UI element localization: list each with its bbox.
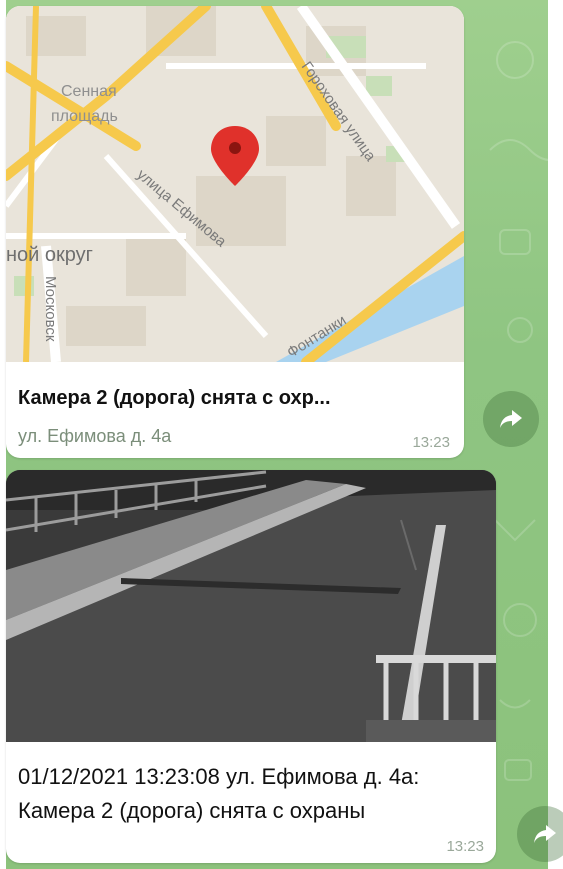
forward-arrow-icon xyxy=(500,410,522,428)
map-label-sennaya-2: площадь xyxy=(51,108,118,125)
photo-caption: 01/12/2021 13:23:08 ул. Ефимова д. 4а: К… xyxy=(18,764,420,823)
camera-snapshot[interactable] xyxy=(6,470,496,742)
map-label-sennaya-1: Сенная xyxy=(61,83,117,100)
map-label-district: ной округ xyxy=(6,244,93,266)
message-time: 13:23 xyxy=(412,434,450,451)
location-message[interactable]: Сенная площадь ной округ улица Ефимова Г… xyxy=(6,6,464,458)
location-title: Камера 2 (дорога) снята с охр... xyxy=(18,387,331,409)
map-preview[interactable]: Сенная площадь ной округ улица Ефимова Г… xyxy=(6,6,464,362)
photo-message[interactable]: 01/12/2021 13:23:08 ул. Ефимова д. 4а: К… xyxy=(6,470,496,863)
map-label-moskovsky: Московск xyxy=(42,276,59,342)
right-edge xyxy=(548,0,563,869)
forward-button[interactable] xyxy=(483,391,539,447)
forward-arrow-icon xyxy=(534,825,556,843)
location-address: ул. Ефимова д. 4а xyxy=(18,426,172,446)
message-time: 13:23 xyxy=(446,838,484,855)
